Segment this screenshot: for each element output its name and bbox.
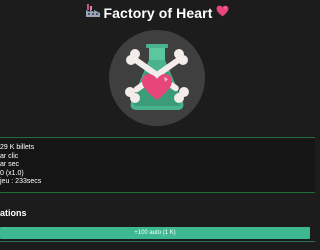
factory-icon bbox=[85, 4, 100, 22]
divider-footer bbox=[0, 241, 315, 242]
stat-multiplier: 0 (x1.0) bbox=[0, 169, 24, 177]
stat-game-time: jeu : 233secs bbox=[0, 178, 42, 186]
page-title: Factory of Heart bbox=[103, 5, 213, 21]
heart-icon bbox=[216, 4, 229, 22]
stat-tickets: 29 K billets bbox=[0, 144, 35, 151]
divider-bottom bbox=[0, 192, 315, 193]
stat-per-click: ar clic bbox=[0, 152, 19, 160]
hero-area bbox=[0, 27, 315, 137]
divider-top bbox=[0, 137, 315, 138]
stats-panel: 29 K billets ar clic ar sec 0 (x1.0) jeu… bbox=[0, 139, 315, 192]
stat-per-sec: ar sec bbox=[0, 161, 20, 169]
upgrades-section-title: ations bbox=[0, 208, 27, 218]
app-root: Factory of Heart 29 K billets ar clic ar… bbox=[0, 0, 315, 250]
click-target-button[interactable] bbox=[109, 30, 205, 126]
potion-bottle-heart-bones-icon bbox=[125, 44, 189, 110]
buy-auto-button[interactable]: +100 auto (1 K) bbox=[0, 227, 310, 239]
app-header: Factory of Heart bbox=[0, 0, 315, 26]
